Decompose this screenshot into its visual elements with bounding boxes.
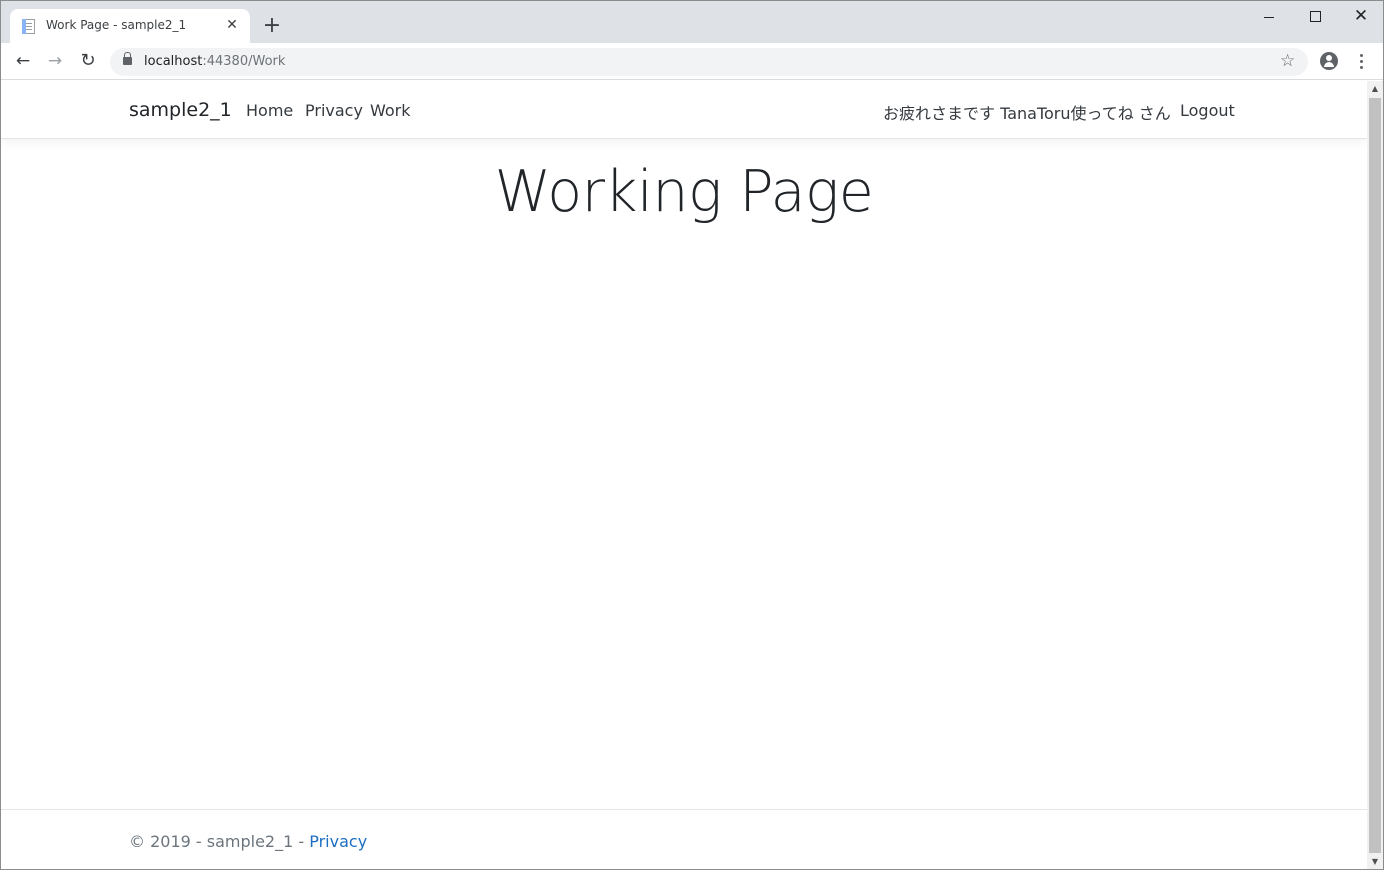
maximize-button[interactable]: [1300, 5, 1330, 29]
forward-arrow-icon[interactable]: →: [44, 51, 66, 73]
minimize-button[interactable]: [1254, 5, 1284, 29]
bookmark-star-icon[interactable]: ☆: [1280, 51, 1295, 71]
logout-link[interactable]: Logout: [1180, 101, 1235, 120]
window-close-button[interactable]: ✕: [1346, 5, 1376, 29]
nav-home-link[interactable]: Home: [246, 101, 293, 120]
nav-privacy-link[interactable]: Privacy: [305, 101, 363, 120]
footer-text: © 2019 - sample2_1 - Privacy: [129, 832, 367, 851]
scrollbar-thumb[interactable]: [1369, 98, 1381, 853]
footer-privacy-link[interactable]: Privacy: [309, 832, 367, 851]
back-arrow-icon[interactable]: ←: [12, 51, 34, 73]
url-text[interactable]: localhost:44380/Work: [144, 54, 285, 69]
browser-menu-icon[interactable]: [1353, 51, 1371, 73]
vertical-scrollbar[interactable]: ▲ ▼: [1367, 81, 1383, 869]
tab-title: Work Page - sample2_1: [46, 18, 187, 32]
copyright-text: © 2019 - sample2_1 -: [129, 832, 310, 851]
url-path: :44380/Work: [202, 54, 286, 69]
site-footer: © 2019 - sample2_1 - Privacy: [1, 809, 1367, 869]
browser-toolbar: ← → ↻ localhost:44380/Work ☆: [1, 43, 1383, 80]
scroll-up-arrow-icon[interactable]: ▲: [1367, 81, 1383, 97]
user-greeting: お疲れさまです TanaToru使ってね さん: [883, 104, 1171, 123]
tab-strip: Work Page - sample2_1 ✕ + ✕: [1, 1, 1383, 43]
tab-close-icon[interactable]: ✕: [224, 17, 240, 33]
url-host: localhost: [144, 54, 203, 69]
browser-window: Work Page - sample2_1 ✕ + ✕ ← → ↻ localh…: [0, 0, 1384, 870]
page-title: Working Page: [494, 159, 874, 225]
nav-work-link[interactable]: Work: [370, 101, 411, 120]
page-viewport: sample2_1 Home Privacy Work お疲れさまです Tana…: [1, 81, 1367, 869]
reload-icon[interactable]: ↻: [77, 51, 99, 73]
page-favicon-icon: [22, 19, 35, 34]
brand-link[interactable]: sample2_1: [129, 99, 232, 121]
new-tab-button[interactable]: +: [260, 15, 284, 39]
scroll-down-arrow-icon[interactable]: ▼: [1367, 854, 1383, 869]
browser-tab[interactable]: Work Page - sample2_1 ✕: [10, 9, 250, 43]
site-navbar: sample2_1 Home Privacy Work お疲れさまです Tana…: [1, 81, 1367, 139]
profile-avatar-icon[interactable]: [1320, 52, 1338, 70]
address-bar[interactable]: localhost:44380/Work ☆: [110, 48, 1308, 76]
lock-icon: [123, 52, 132, 65]
